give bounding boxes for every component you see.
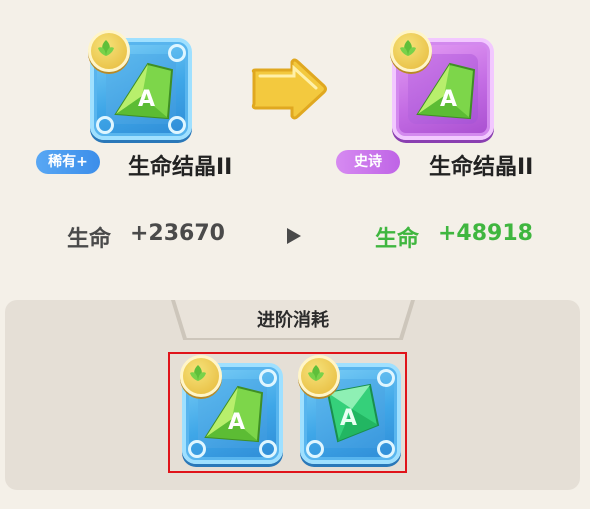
svg-text:A: A — [440, 87, 457, 112]
target-stat-value: +48918 — [438, 221, 533, 246]
leaf-badge-icon — [88, 30, 130, 72]
svg-text:A: A — [138, 87, 155, 112]
leaf-badge-icon — [390, 30, 432, 72]
target-item-card[interactable]: A — [390, 30, 494, 140]
source-stat-value: +23670 — [130, 221, 225, 246]
source-stat-label: 生命 — [67, 227, 112, 252]
target-stat-label: 生命 — [375, 227, 420, 252]
yellow-arrow-right-icon — [251, 58, 327, 120]
cost-title: 进阶消耗 — [257, 310, 329, 331]
source-item-card[interactable]: A — [88, 30, 192, 140]
source-item-name: 生命结晶II — [128, 155, 233, 180]
cost-items-highlight — [168, 352, 407, 473]
target-item-name: 生命结晶II — [429, 155, 534, 180]
rarity-badge-epic: 史诗 — [336, 150, 400, 174]
rarity-badge-rare: 稀有+ — [36, 150, 100, 174]
play-triangle-icon — [287, 228, 301, 244]
upgrade-panel: A A 稀有+ 生命结晶II 史诗 生命结晶II 生命 +23670 生命 +4… — [0, 0, 590, 509]
